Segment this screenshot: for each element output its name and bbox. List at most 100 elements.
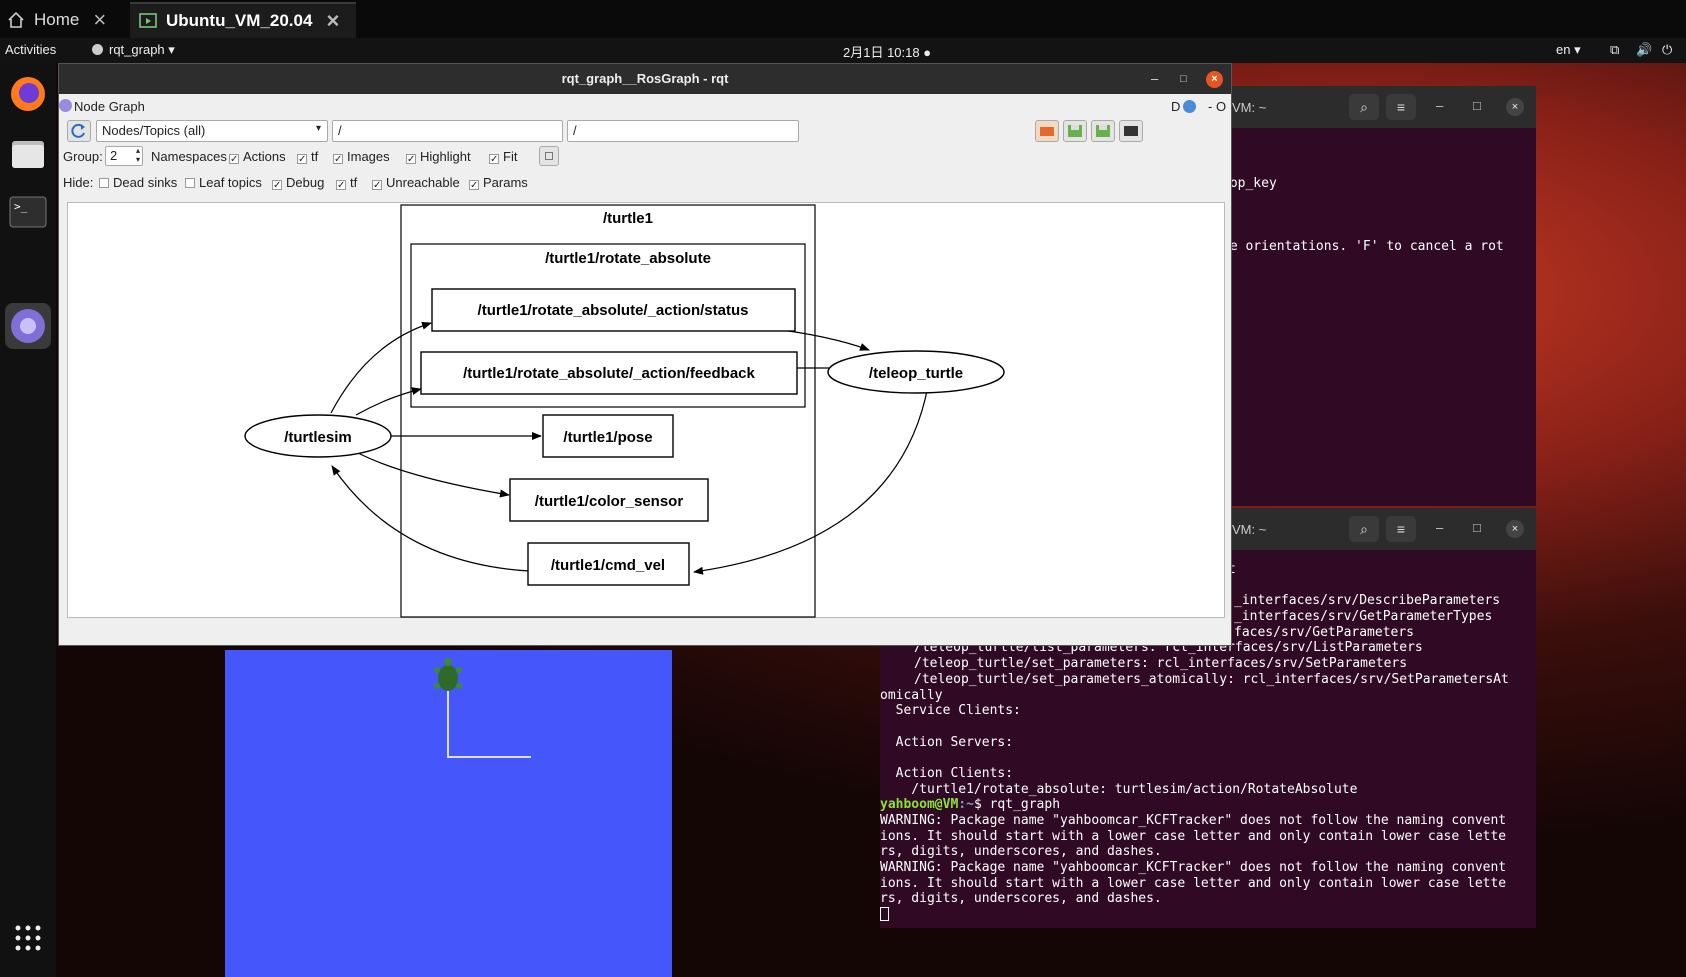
close-icon[interactable]: × xyxy=(1506,520,1524,538)
terminal-title: VM: ~ xyxy=(1232,100,1267,115)
gnome-top-bar: Activities rqt_graph ▾ 2月1日 10:18 ● en ▾… xyxy=(0,38,1686,63)
unreachable-checkbox[interactable]: ✓ Unreachable xyxy=(372,175,460,191)
host-tab-label: Ubuntu_VM_20.04 xyxy=(166,11,313,30)
topic-cmd-vel[interactable]: /turtle1/cmd_vel xyxy=(527,542,690,586)
graph-canvas[interactable]: /turtle1 /turtle1/rotate_absolute /turtl… xyxy=(67,202,1225,618)
plugin-title: Node Graph xyxy=(74,99,145,114)
host-tab-vm[interactable]: Ubuntu_VM_20.04 × xyxy=(130,2,356,38)
language-menu[interactable]: en ▾ xyxy=(1556,42,1581,58)
close-icon[interactable]: × xyxy=(326,8,339,34)
save-svg-button[interactable] xyxy=(1091,120,1115,142)
terminal-line: rs, digits, underscores, and dashes. xyxy=(880,844,1162,860)
highlight-checkbox[interactable]: ✓ Highlight xyxy=(406,149,471,165)
hamburger-menu-icon[interactable]: ≡ xyxy=(1386,94,1416,120)
maximize-icon[interactable]: □ xyxy=(1473,520,1481,535)
images-label: Images xyxy=(347,149,390,164)
params-label: Params xyxy=(483,175,528,190)
terminal-line: te orientations. 'F' to cancel a rot xyxy=(1222,238,1504,254)
chevron-down-icon: ▾ xyxy=(1574,42,1581,57)
terminal-window[interactable]: VM: ~ ⌕ ≡ – □ × eop_key te orientations.… xyxy=(1200,86,1536,506)
rqt-window[interactable]: rqt_graph__RosGraph - rqt – □ × Node Gra… xyxy=(58,63,1232,646)
load-dot-button[interactable] xyxy=(1035,120,1059,142)
topic-feedback-label: /turtle1/rotate_absolute/_action/feedbac… xyxy=(463,365,755,382)
edge-turtlesim-color xyxy=(357,452,510,498)
minimize-icon[interactable]: – xyxy=(1151,64,1158,94)
power-icon[interactable]: ⏻ xyxy=(1662,42,1672,58)
refresh-icon xyxy=(71,123,85,138)
close-icon[interactable]: × xyxy=(1206,71,1223,88)
terminal-line: omically xyxy=(880,687,943,703)
firefox-icon[interactable] xyxy=(5,71,51,117)
edge-teleop-cmdvel xyxy=(693,385,929,575)
actions-checkbox[interactable]: ✓ Actions xyxy=(229,149,286,165)
window-title: rqt_graph__RosGraph - rqt xyxy=(561,71,729,86)
files-icon[interactable] xyxy=(5,131,51,177)
debug-label: Debug xyxy=(286,175,325,190)
save-image-button[interactable] xyxy=(1119,120,1143,142)
refresh-button[interactable] xyxy=(67,120,91,142)
topic-status[interactable]: /turtle1/rotate_absolute/_action/status xyxy=(431,288,796,332)
minimize-icon[interactable]: – xyxy=(1436,520,1443,535)
terminal-line: WARNING: Package name "yahboomcar_KCFTra… xyxy=(880,813,1507,828)
checkbox-icon: ✓ xyxy=(469,180,479,191)
minimize-icon[interactable]: – xyxy=(1436,98,1443,113)
fit-checkbox[interactable]: ✓ Fit xyxy=(489,149,517,165)
terminal-line: Action Clients: xyxy=(880,765,1014,781)
volume-icon[interactable]: 🔊 xyxy=(1636,42,1652,58)
rqt-icon[interactable] xyxy=(5,303,51,349)
plugin-window-controls[interactable]: - O xyxy=(1208,99,1226,114)
close-icon[interactable]: × xyxy=(1506,98,1524,116)
images-checkbox[interactable]: ✓ Images xyxy=(333,149,390,165)
hamburger-menu-icon[interactable]: ≡ xyxy=(1386,516,1416,542)
checkbox-icon: ✓ xyxy=(272,180,282,191)
terminal-line: Service Clients: xyxy=(880,703,1021,719)
terminal-prompt-line: yahboom@VM:~$ rqt_graph xyxy=(880,797,1536,813)
help-icon[interactable] xyxy=(1183,100,1196,113)
namespaces-checkbox[interactable]: Namespaces xyxy=(151,149,227,164)
topic-color-sensor[interactable]: /turtle1/color_sensor xyxy=(509,478,709,522)
close-icon[interactable]: × xyxy=(93,7,106,33)
node-teleop-turtle[interactable]: /teleop_turtle xyxy=(827,350,1005,394)
app-menu[interactable]: rqt_graph ▾ xyxy=(92,42,175,58)
app-grid-icon[interactable] xyxy=(5,915,51,961)
group-spinbox[interactable]: 2 ▴ ▾ xyxy=(105,146,143,166)
activities-button[interactable]: Activities xyxy=(5,42,56,57)
home-icon xyxy=(8,11,24,28)
node-filter-input[interactable]: / xyxy=(332,120,563,142)
save-dot-button[interactable] xyxy=(1063,120,1087,142)
terminal-cursor xyxy=(880,907,889,922)
app-indicator-icon xyxy=(92,44,103,55)
tf-checkbox[interactable]: ✓ tf xyxy=(297,149,318,165)
checkbox-icon: ✓ xyxy=(229,154,239,165)
terminal-line: ions. It should start with a lower case … xyxy=(880,828,1507,844)
topic-filter-input[interactable]: / xyxy=(567,120,799,142)
fit-in-view-button[interactable] xyxy=(539,146,559,166)
prompt-command: $ rqt_graph xyxy=(973,797,1061,813)
terminal-line: ions. It should start with a lower case … xyxy=(880,875,1507,891)
search-icon[interactable]: ⌕ xyxy=(1349,516,1379,542)
dock: >_ xyxy=(0,63,56,977)
topic-pose[interactable]: /turtle1/pose xyxy=(542,414,674,458)
topic-feedback[interactable]: /turtle1/rotate_absolute/_action/feedbac… xyxy=(420,351,798,395)
leaf-topics-checkbox[interactable]: Leaf topics xyxy=(185,175,262,190)
host-tab-home[interactable]: Home × xyxy=(6,2,118,38)
terminal-icon[interactable]: >_ xyxy=(5,189,51,235)
maximize-icon[interactable]: □ xyxy=(1180,64,1187,94)
spinner-arrows-icon[interactable]: ▴ ▾ xyxy=(136,146,140,164)
node-turtlesim[interactable]: /turtlesim xyxy=(244,414,392,458)
network-icon[interactable]: ⧉ xyxy=(1610,42,1619,58)
actions-label: Actions xyxy=(243,149,286,164)
chevron-down-icon: ▾ xyxy=(168,42,175,57)
search-icon[interactable]: ⌕ xyxy=(1349,94,1379,120)
dead-sinks-checkbox[interactable]: Dead sinks xyxy=(99,175,177,190)
dock-button[interactable]: D xyxy=(1171,99,1180,114)
params-checkbox[interactable]: ✓ Params xyxy=(469,175,528,191)
maximize-icon[interactable]: □ xyxy=(1473,98,1481,113)
debug-checkbox[interactable]: ✓ Debug xyxy=(272,175,325,191)
graph-options-row: Group: 2 ▴ ▾ Namespaces ✓ Actions ✓ tf ✓ Imag… xyxy=(59,146,1231,168)
clock[interactable]: 2月1日 10:18 ● xyxy=(843,42,931,61)
hide-tf-checkbox[interactable]: ✓ tf xyxy=(336,175,357,191)
graph-mode-select[interactable]: Nodes/Topics (all) ▾ xyxy=(96,120,328,142)
